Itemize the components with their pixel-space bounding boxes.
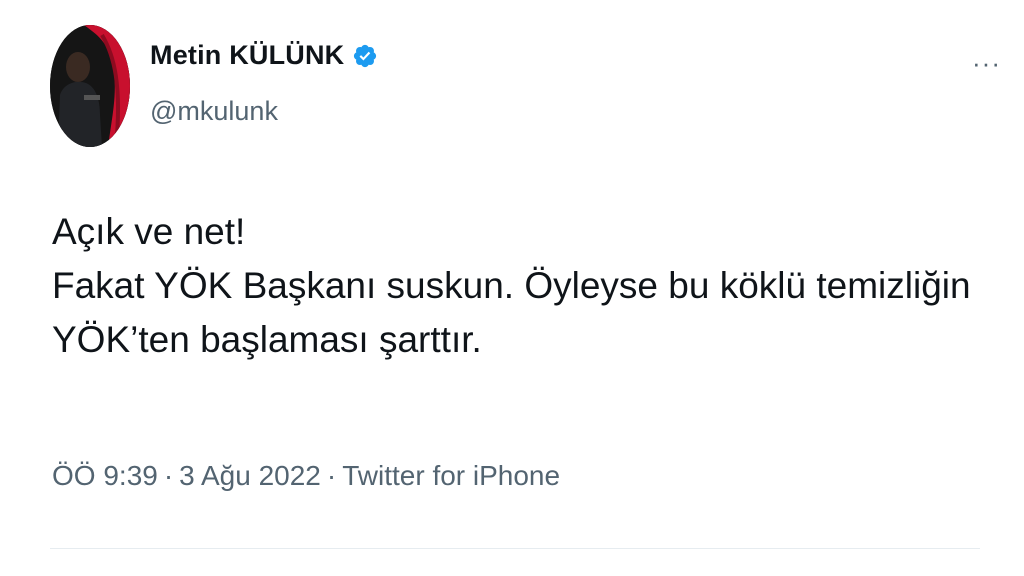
tweet-card: Metin KÜLÜNK @mkulunk ··· Açık ve net! F…: [0, 0, 1024, 576]
tweet-text: Açık ve net! Fakat YÖK Başkanı suskun. Ö…: [52, 205, 1012, 367]
verified-badge-icon: [354, 44, 377, 67]
tweet-source-link[interactable]: Twitter for iPhone: [342, 460, 560, 492]
tweet-time[interactable]: ÖÖ 9:39: [52, 460, 158, 492]
avatar[interactable]: [50, 25, 130, 147]
more-horizontal-icon: ···: [972, 48, 1001, 78]
tweet-line: YÖK’ten başlaması şarttır.: [52, 319, 482, 360]
more-options-button[interactable]: ···: [972, 48, 1001, 79]
author-name[interactable]: Metin KÜLÜNK: [150, 40, 344, 71]
tweet-line: Açık ve net!: [52, 211, 246, 252]
author-handle[interactable]: @mkulunk: [150, 96, 278, 127]
divider: [50, 548, 980, 549]
tweet-meta: ÖÖ 9:39 · 3 Ağu 2022 · Twitter for iPhon…: [52, 460, 560, 492]
tweet-date[interactable]: 3 Ağu 2022: [179, 460, 321, 492]
author-name-row[interactable]: Metin KÜLÜNK: [150, 40, 378, 71]
meta-separator: ·: [163, 460, 174, 491]
tweet-line: Fakat YÖK Başkanı suskun. Öyleyse bu kök…: [52, 265, 971, 306]
avatar-image: [50, 25, 130, 147]
meta-separator: ·: [326, 460, 337, 491]
